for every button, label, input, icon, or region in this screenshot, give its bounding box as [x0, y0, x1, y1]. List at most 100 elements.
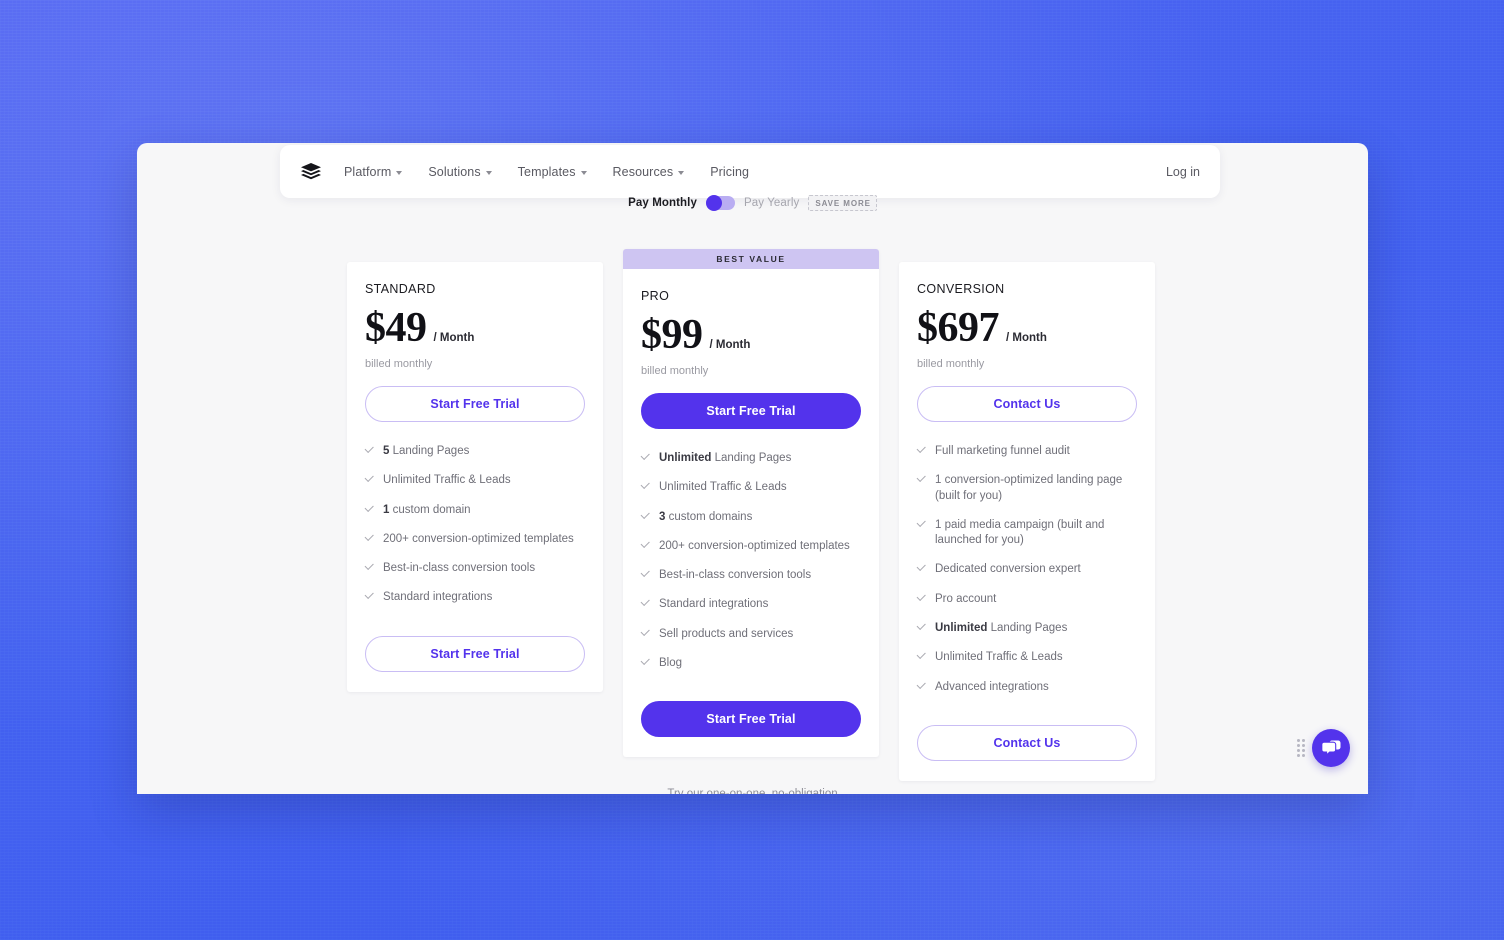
- check-icon: [917, 682, 926, 691]
- feature-label: Unlimited Landing Pages: [659, 452, 792, 464]
- check-icon: [917, 623, 926, 632]
- plan-cta-top-pro[interactable]: Start Free Trial: [641, 393, 861, 429]
- pay-yearly-label[interactable]: Pay Yearly: [744, 197, 799, 209]
- feature-item: Full marketing funnel audit: [917, 444, 1137, 459]
- feature-label: Standard integrations: [383, 591, 493, 604]
- feature-item: 1 custom domain: [365, 503, 585, 518]
- check-icon: [365, 475, 374, 484]
- feature-item: 1 conversion-optimized landing page (bui…: [917, 473, 1137, 504]
- plan-features-pro: Unlimited Landing Pages Unlimited Traffic…: [641, 451, 861, 685]
- plan-cta-top-conversion[interactable]: Contact Us: [917, 386, 1137, 422]
- footer-teaser-text: Try our one-on-one, no-obligation: [667, 788, 838, 794]
- nav-item-platform[interactable]: Platform: [344, 164, 403, 179]
- plan-card-standard: STANDARD $49 / Month billed monthly Star…: [347, 262, 603, 692]
- nav-item-pricing[interactable]: Pricing: [710, 165, 749, 179]
- chevron-down-icon: [580, 170, 587, 175]
- check-icon: [641, 482, 650, 491]
- chevron-down-icon: [396, 170, 403, 175]
- plan-price-row-conversion: $697 / Month: [917, 307, 1137, 349]
- feature-item: Sell products and services: [641, 627, 861, 642]
- page-canvas: Platform Solutions Templates Resources P…: [137, 143, 1368, 794]
- plan-price-conversion: $697: [917, 305, 1000, 351]
- primary-nav-links: Platform Solutions Templates Resources P…: [344, 165, 1166, 179]
- nav-item-solutions[interactable]: Solutions: [428, 164, 492, 179]
- plan-features-conversion: Full marketing funnel audit 1 conversion-…: [917, 444, 1137, 709]
- plan-body-standard: STANDARD $49 / Month billed monthly Star…: [347, 262, 603, 620]
- feature-item: Best-in-class conversion tools: [641, 568, 861, 583]
- feature-label: Advanced integrations: [935, 680, 1049, 693]
- nav-item-templates[interactable]: Templates: [518, 165, 587, 179]
- plan-cta-bottom-pro[interactable]: Start Free Trial: [641, 701, 861, 738]
- feature-label: Unlimited Landing Pages: [935, 621, 1068, 634]
- best-value-badge: BEST VALUE: [623, 249, 879, 269]
- feature-label: 200+ conversion-optimized templates: [659, 539, 850, 552]
- feature-label: Unlimited Traffic & Leads: [935, 651, 1063, 664]
- check-icon: [641, 512, 650, 521]
- feature-label: Full marketing funnel audit: [935, 445, 1070, 457]
- plan-cta-bottom-standard[interactable]: Start Free Trial: [365, 635, 585, 672]
- check-icon: [917, 446, 926, 455]
- feature-label: Dedicated conversion expert: [935, 563, 1081, 576]
- feature-item: 200+ conversion-optimized templates: [641, 539, 861, 554]
- save-more-badge: SAVE MORE: [808, 195, 877, 211]
- check-icon: [365, 563, 374, 572]
- drag-dots-icon[interactable]: [1297, 739, 1305, 757]
- nav-item-templates-label: Templates: [517, 164, 576, 179]
- check-icon: [917, 594, 926, 603]
- pay-monthly-label[interactable]: Pay Monthly: [628, 197, 697, 209]
- feature-item: Unlimited Traffic & Leads: [365, 473, 585, 488]
- chevron-down-icon: [485, 170, 492, 175]
- check-icon: [641, 599, 650, 608]
- billing-period-toggle-row: Pay Monthly Pay Yearly SAVE MORE: [137, 195, 1368, 211]
- feature-label: Pro account: [935, 592, 997, 605]
- feature-label: Unlimited Traffic & Leads: [659, 481, 787, 494]
- chat-bubble-icon[interactable]: [1312, 729, 1350, 767]
- feature-label: 200+ conversion-optimized templates: [383, 532, 574, 545]
- chevron-down-icon: [678, 170, 685, 175]
- feature-label: Sell products and services: [659, 627, 794, 640]
- check-icon: [641, 570, 650, 579]
- feature-item: Unlimited Traffic & Leads: [917, 650, 1137, 665]
- feature-label: Blog: [659, 656, 683, 669]
- feature-item: 1 paid media campaign (built and launche…: [917, 518, 1137, 549]
- feature-label: 1 custom domain: [383, 503, 471, 516]
- nav-item-solutions-label: Solutions: [428, 164, 481, 179]
- check-icon: [917, 564, 926, 573]
- feature-item: 5 Landing Pages: [365, 444, 585, 459]
- plan-price-pro: $99: [641, 312, 703, 358]
- login-link[interactable]: Log in: [1166, 165, 1200, 179]
- plan-card-pro: BEST VALUE PRO $99 / Month billed monthl…: [623, 249, 879, 758]
- check-icon: [917, 475, 926, 484]
- plan-cta-bottom-conversion[interactable]: Contact Us: [917, 724, 1137, 761]
- plan-footer-pro: Start Free Trial: [623, 685, 879, 757]
- plan-period-standard: / Month: [433, 332, 475, 344]
- billing-period-switch[interactable]: [705, 195, 735, 211]
- pricing-plans-grid: STANDARD $49 / Month billed monthly Star…: [347, 249, 1157, 781]
- check-icon: [641, 658, 650, 667]
- nav-item-resources[interactable]: Resources: [613, 165, 685, 179]
- plan-billed-note-standard: billed monthly: [365, 358, 433, 370]
- feature-item: Dedicated conversion expert: [917, 562, 1137, 577]
- switch-knob: [705, 195, 722, 211]
- nav-item-resources-label: Resources: [612, 164, 674, 179]
- plan-features-standard: 5 Landing Pages Unlimited Traffic & Leads…: [365, 444, 585, 620]
- plan-billed-note-pro: billed monthly: [641, 365, 709, 377]
- feature-item: Standard integrations: [365, 590, 585, 605]
- check-icon: [917, 520, 926, 529]
- feature-label: Best-in-class conversion tools: [659, 569, 812, 582]
- plan-cta-top-standard[interactable]: Start Free Trial: [365, 386, 585, 422]
- feature-label: 3 custom domains: [659, 510, 753, 523]
- nav-item-platform-label: Platform: [344, 164, 392, 179]
- check-icon: [641, 453, 650, 462]
- plan-body-pro: PRO $99 / Month billed monthly Start Fre…: [623, 269, 879, 685]
- feature-item: Best-in-class conversion tools: [365, 561, 585, 576]
- feature-item: Blog: [641, 656, 861, 671]
- feature-item: Unlimited Traffic & Leads: [641, 480, 861, 495]
- layers-logo-icon[interactable]: [298, 159, 324, 185]
- check-icon: [365, 534, 374, 543]
- plan-price-standard: $49: [365, 305, 427, 351]
- check-icon: [365, 446, 374, 455]
- plan-price-row-pro: $99 / Month: [641, 314, 861, 356]
- chat-widget-dock: [1297, 729, 1350, 767]
- plan-period-pro: / Month: [709, 339, 751, 351]
